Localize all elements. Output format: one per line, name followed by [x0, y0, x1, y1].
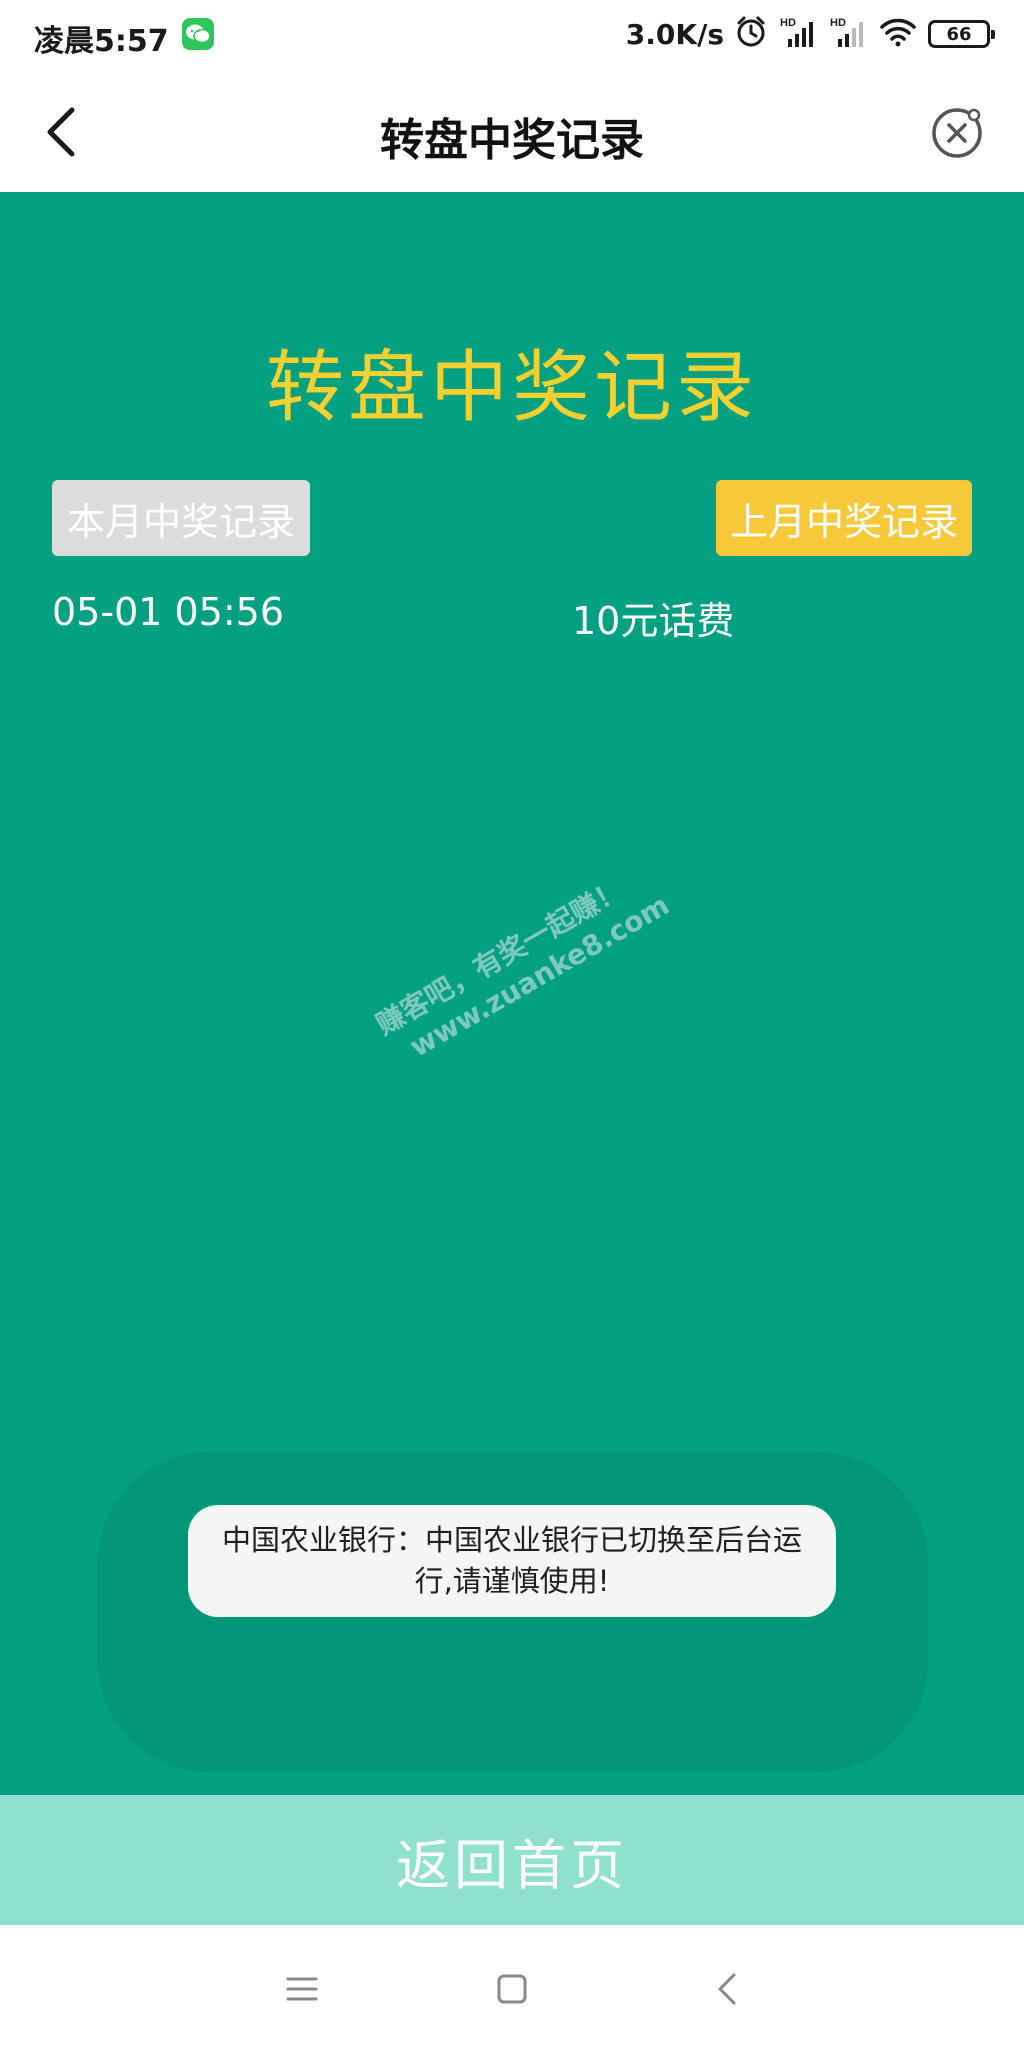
- wifi-icon: [878, 15, 918, 53]
- record-prize: 10元话费: [572, 599, 735, 643]
- battery-level: 66: [946, 23, 972, 45]
- status-bar: 凌晨5:57 3.0K/s HD HD 66: [0, 0, 1024, 72]
- system-nav-bar: [0, 1925, 1024, 2048]
- svg-text:HD: HD: [830, 17, 846, 29]
- signal-hd-icon: HD: [778, 15, 818, 53]
- close-circle-icon[interactable]: [930, 106, 984, 160]
- status-time: 凌晨5:57: [34, 24, 169, 59]
- page-title: 转盘中奖记录: [380, 115, 644, 166]
- nav-bar: 转盘中奖记录: [0, 72, 1024, 192]
- home-icon[interactable]: [492, 1969, 532, 2009]
- tab-last-month[interactable]: 上月中奖记录: [716, 480, 972, 556]
- net-speed: 3.0K/s: [625, 17, 724, 51]
- alarm-icon: [734, 15, 768, 53]
- svg-text:HD: HD: [780, 17, 796, 29]
- menu-icon[interactable]: [282, 1969, 322, 2009]
- battery-icon: 66: [928, 20, 995, 48]
- status-icons: 3.0K/s HD HD 66: [625, 14, 995, 54]
- records-heading: 转盘中奖记录: [265, 343, 758, 433]
- back-icon[interactable]: [708, 1969, 748, 2009]
- toast-message: 中国农业银行：中国农业银行已切换至后台运行,请谨慎使用!: [188, 1505, 836, 1617]
- wechat-icon: [182, 18, 214, 50]
- tab-this-month[interactable]: 本月中奖记录: [52, 480, 310, 556]
- signal-hd-icon: HD: [828, 15, 868, 53]
- record-date: 05-01 05:56: [52, 590, 285, 634]
- watermark: 赚客吧，有奖一起赚！ www.zuanke8.com: [370, 856, 676, 1075]
- return-home-button[interactable]: 返回首页: [0, 1795, 1024, 1925]
- records-panel: 转盘中奖记录 本月中奖记录 上月中奖记录 05-01 05:56 10元话费 赚…: [0, 192, 1024, 1795]
